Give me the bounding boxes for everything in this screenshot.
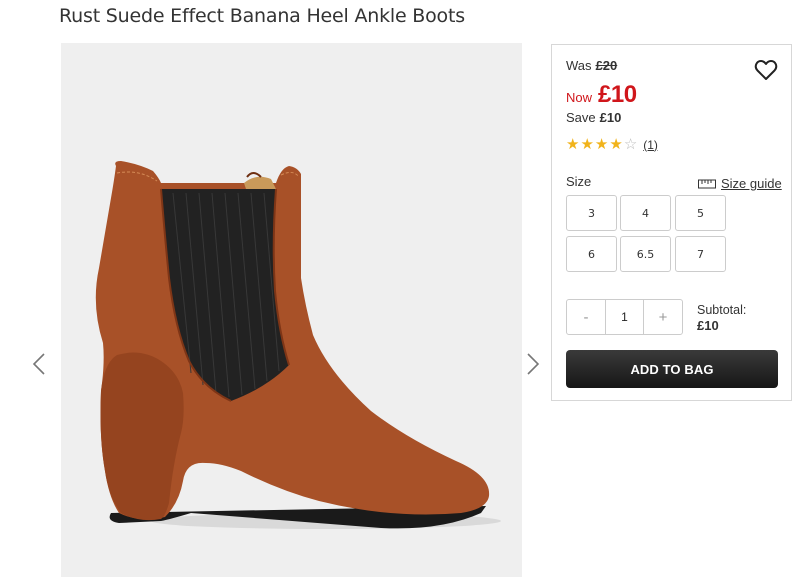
star-icon: ★ — [594, 136, 609, 153]
size-option[interactable]: 3 — [566, 195, 617, 231]
review-count-link[interactable]: (1) — [643, 138, 658, 152]
size-option[interactable]: 5 — [675, 195, 726, 231]
chevron-left-icon — [32, 353, 45, 375]
buy-box: Was £20 Now £10 Save £10 ★ ★ ★ ★ ☆ (1) Siz… — [551, 44, 792, 401]
size-option[interactable]: 7 — [675, 236, 726, 272]
chevron-right-icon — [527, 353, 540, 375]
was-price: Was £20 — [566, 58, 617, 73]
was-price-label: Was — [566, 58, 592, 73]
quantity-stepper: - 1 + — [566, 299, 683, 335]
now-price-label: Now — [566, 90, 593, 105]
subtotal: Subtotal: £10 — [697, 302, 746, 334]
wishlist-button[interactable] — [754, 59, 778, 81]
save-value: £10 — [599, 110, 622, 125]
subtotal-value: £10 — [697, 318, 719, 333]
size-option[interactable]: 6.5 — [620, 236, 671, 272]
was-price-value: £20 — [595, 58, 618, 73]
ruler-icon — [698, 179, 716, 188]
star-icon: ★ — [580, 136, 594, 153]
now-price-value: £10 — [598, 81, 637, 108]
product-title: Rust Suede Effect Banana Heel Ankle Boot… — [59, 5, 465, 27]
size-option[interactable]: 4 — [620, 195, 671, 231]
now-price: Now £10 — [566, 81, 637, 109]
star-icon: ★ — [609, 136, 623, 153]
save-amount: Save £10 — [566, 110, 621, 125]
rating: ★ ★ ★ ★ ☆ (1) — [566, 137, 658, 152]
star-empty-icon: ☆ — [623, 136, 638, 153]
size-guide-label: Size guide — [721, 176, 782, 191]
boot-image — [61, 43, 522, 577]
quantity-decrement-button[interactable]: - — [567, 300, 605, 334]
gallery-prev-button[interactable] — [30, 351, 48, 377]
size-option[interactable]: 6 — [566, 236, 617, 272]
gallery-next-button[interactable] — [524, 351, 542, 377]
subtotal-label: Subtotal: — [697, 303, 747, 317]
add-to-bag-button[interactable]: ADD TO BAG — [566, 350, 778, 388]
quantity-increment-button[interactable]: + — [644, 300, 682, 334]
save-label: Save — [566, 110, 596, 125]
heart-icon — [754, 60, 778, 80]
quantity-input[interactable]: 1 — [605, 300, 644, 334]
product-image[interactable] — [61, 43, 522, 577]
size-label: Size — [566, 174, 592, 189]
star-icon: ★ — [566, 136, 580, 153]
size-guide-link[interactable]: Size guide — [698, 176, 782, 191]
